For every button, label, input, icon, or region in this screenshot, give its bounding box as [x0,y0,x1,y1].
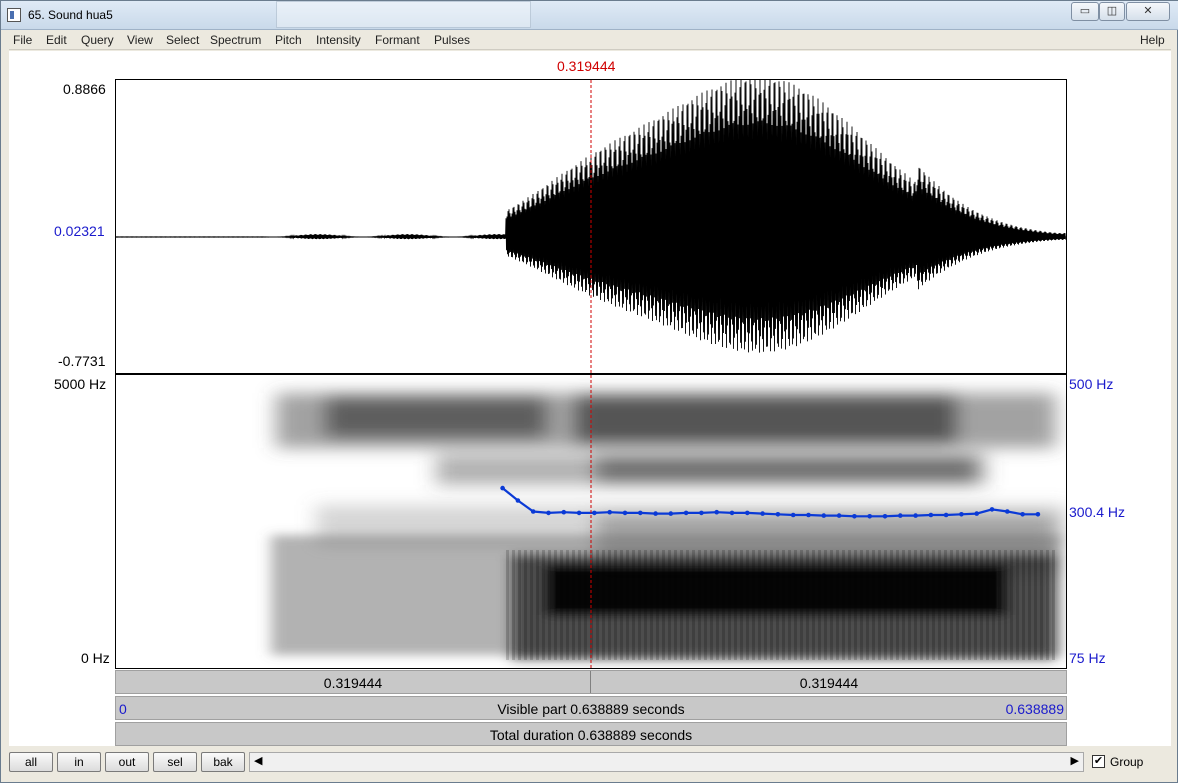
waveform-trace [116,80,1066,353]
spectrogram-panel[interactable] [115,374,1067,669]
praat-sound-editor-window: 65. Sound hua5 ▭ ◫ ✕ File Edit Query Vie… [0,0,1178,783]
maximize-icon[interactable]: ◫ [1099,2,1125,21]
menu-spectrum[interactable]: Spectrum [210,33,261,47]
zoom-in-button[interactable]: in [57,752,101,772]
waveform-graphic [116,80,1066,353]
pitch-point [699,510,704,516]
pitch-top-label: 500 Hz [1069,376,1114,392]
group-checkbox[interactable]: ✔ [1092,755,1105,768]
waveform-min-label: -0.7731 [58,353,106,369]
pitch-point [592,510,597,516]
menu-pulses[interactable]: Pulses [434,33,470,47]
waveform-max-label: 0.8866 [63,81,106,97]
menu-bar: File Edit Query View Select Spectrum Pit… [9,30,1171,50]
spectrogram-top-label: 5000 Hz [54,376,107,392]
pitch-point [974,511,979,516]
group-label: Group [1110,755,1144,769]
pitch-point [898,513,903,518]
pitch-point [500,485,505,491]
spectrogram-graphic [271,393,1066,660]
title-bar[interactable]: 65. Sound hua5 ▭ ◫ ✕ [1,1,1178,30]
pitch-point [775,512,781,517]
zoom-back-button[interactable]: bak [201,752,245,772]
waveform-zero-label: 0.02321 [54,223,105,239]
pitch-point [959,512,964,517]
upper-formant-band [276,393,1056,485]
visible-part-label: Visible part 0.638889 seconds [497,701,685,717]
menu-select[interactable]: Select [166,33,199,47]
pitch-point [530,509,536,514]
segment-left[interactable]: 0.319444 [116,671,591,693]
zoom-selection-button[interactable]: sel [153,752,197,772]
time-segment-bar[interactable]: 0.319444 0.319444 [115,670,1067,694]
pitch-point [638,510,643,516]
pitch-point [943,512,949,518]
zoom-out-button[interactable]: out [105,752,149,772]
menu-query[interactable]: Query [81,33,114,47]
scroll-left-icon[interactable]: ◀ [254,754,262,767]
menu-formant[interactable]: Formant [375,33,420,47]
background-window-ghost [276,1,531,28]
cursor-time-label: 0.319444 [557,58,616,74]
pitch-point [607,509,612,515]
total-duration-bar[interactable]: Total duration 0.638889 seconds [115,722,1067,746]
total-duration-label: Total duration 0.638889 seconds [489,727,693,743]
minimize-icon[interactable]: ▭ [1071,2,1099,21]
pitch-point [714,509,719,515]
pitch-point [913,513,918,518]
pitch-point [989,507,995,512]
menu-pitch[interactable]: Pitch [275,33,302,47]
segment-left-duration: 0.319444 [323,675,383,691]
segment-right[interactable]: 0.319444 [592,671,1066,693]
zoom-all-button[interactable]: all [9,752,53,772]
pitch-point [745,510,750,516]
waveform-panel[interactable] [115,79,1067,374]
pitch-bottom-label: 75 Hz [1069,650,1106,666]
menu-intensity[interactable]: Intensity [316,33,361,47]
horizontal-scrollbar[interactable]: ◀ ▶ [249,752,1084,772]
pitch-point [1005,509,1010,514]
pitch-point [622,510,628,516]
segment-right-duration: 0.319444 [799,675,859,691]
pitch-value-label: 300.4 Hz [1069,504,1126,520]
voicing-striations [506,550,1056,660]
menu-view[interactable]: View [127,33,153,47]
pitch-point [928,512,934,518]
menu-help[interactable]: Help [1140,33,1165,47]
pitch-point [867,514,872,519]
pitch-point [1035,512,1041,517]
pitch-point [821,513,827,518]
close-icon[interactable]: ✕ [1126,2,1170,21]
spectrogram-bottom-label: 0 Hz [81,650,110,666]
bottom-toolbar: all in out sel bak ◀ ▶ ✔ Group [9,747,1171,779]
pitch-point [683,510,689,516]
pitch-point [561,509,567,515]
pitch-point [882,514,888,519]
pitch-point [668,511,674,516]
pitch-point [806,512,811,518]
pitch-point [576,510,582,516]
pitch-point [729,510,735,516]
visible-part-bar[interactable]: 0 Visible part 0.638889 seconds 0.638889 [115,696,1067,720]
pitch-point [790,512,796,518]
menu-file[interactable]: File [13,33,32,47]
waveform-path [116,80,1066,353]
pitch-point [760,511,765,516]
pitch-point [546,510,551,516]
window-title: 65. Sound hua5 [28,8,113,22]
praat-app-icon [7,8,21,22]
scroll-right-icon[interactable]: ▶ [1071,754,1079,767]
pitch-point [852,514,857,519]
menu-edit[interactable]: Edit [46,33,67,47]
pitch-point [653,511,658,516]
visible-end-label: 0.638889 [1005,701,1064,717]
pitch-point [836,513,842,518]
pitch-point [1020,512,1025,517]
pitch-point [515,498,521,503]
